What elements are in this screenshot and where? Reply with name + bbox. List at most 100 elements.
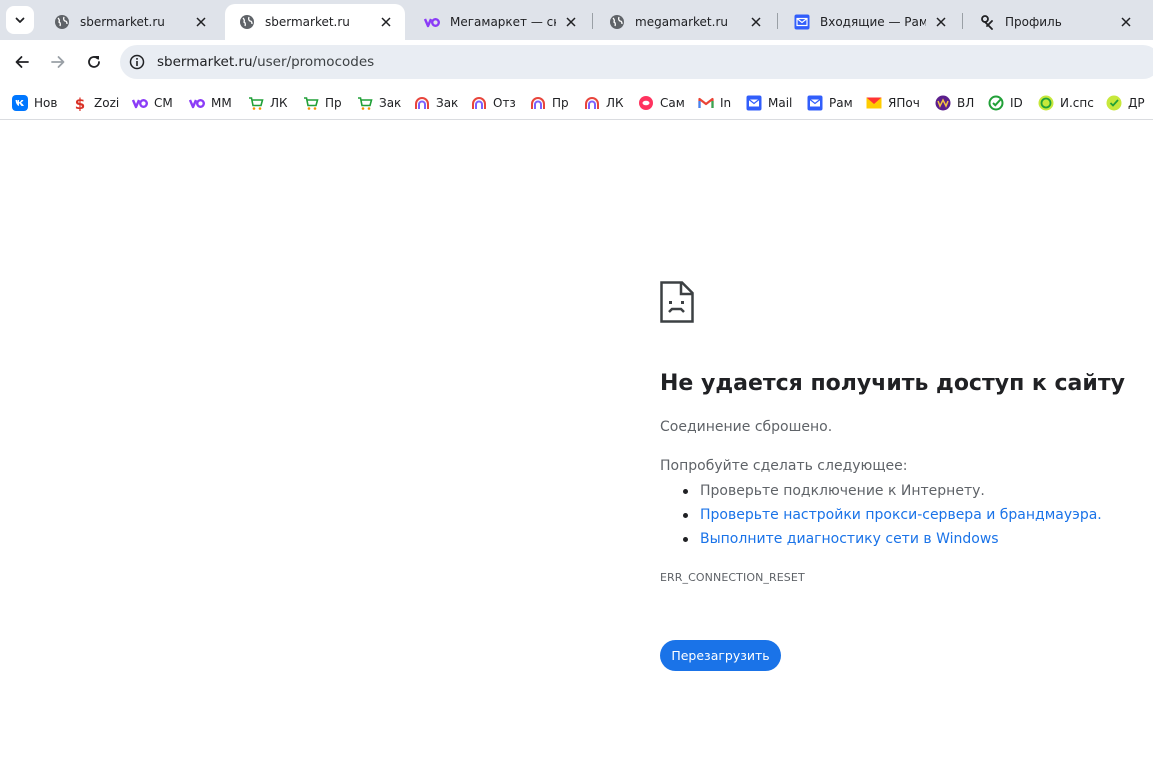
- back-button[interactable]: [8, 48, 36, 76]
- bookmark-pr-rainbow[interactable]: Пр: [530, 91, 569, 115]
- samokat-icon: [638, 95, 654, 111]
- tab-separator: [592, 13, 593, 29]
- bookmark-zak-rainbow[interactable]: Зак: [414, 91, 458, 115]
- site-info-icon[interactable]: [120, 45, 154, 79]
- url-path: /user/promocodes: [252, 54, 375, 70]
- bookmark-rambler[interactable]: Рам: [807, 91, 853, 115]
- rainbow-icon: [414, 95, 430, 111]
- close-icon[interactable]: [562, 13, 580, 31]
- bookmark-samokat[interactable]: Сам: [638, 91, 685, 115]
- bookmark-label: In: [720, 96, 732, 110]
- tab-label: sbermarket.ru: [265, 15, 350, 29]
- bookmark-label: Пр: [325, 96, 342, 110]
- url-host: sbermarket.ru: [157, 54, 253, 70]
- bookmark-mm[interactable]: ММ: [189, 91, 232, 115]
- tab-sbermarket-active[interactable]: sbermarket.ru: [225, 4, 405, 40]
- bookmark-otz-rainbow[interactable]: Отз: [471, 91, 516, 115]
- close-icon[interactable]: [377, 13, 395, 31]
- reload-button[interactable]: [80, 48, 108, 76]
- forward-button[interactable]: [44, 48, 72, 76]
- bookmark-label: Зак: [379, 96, 402, 110]
- sad-document-icon: [660, 281, 694, 323]
- tab-label: megamarket.ru: [635, 15, 728, 29]
- close-icon[interactable]: [1117, 13, 1135, 31]
- bookmarks-bar: Нов $ Zozi СМ ММ ЛК Пр Зак Зак Отз Пр ЛК: [0, 86, 1153, 120]
- bookmark-gmail[interactable]: In: [698, 91, 731, 115]
- bookmark-zak-cart[interactable]: Зак: [357, 91, 401, 115]
- reload-icon: [88, 56, 100, 68]
- bookmark-label: Пр: [552, 96, 569, 110]
- bookmark-label: ЯПоч: [888, 96, 920, 110]
- error-subtitle: Соединение сброшено.: [660, 419, 833, 435]
- bookmark-label: ДР: [1128, 96, 1145, 110]
- rambler-mail-icon: [794, 14, 810, 30]
- tab-label: sbermarket.ru: [80, 15, 165, 29]
- suggestion-network-diagnostics-link[interactable]: Выполните диагностику сети в Windows: [683, 529, 1102, 553]
- bookmark-label: ЛК: [606, 96, 624, 110]
- bookmark-label: Нов: [34, 96, 58, 110]
- cart-icon: [357, 95, 373, 111]
- gmail-icon: [698, 95, 714, 111]
- profile-icon: [979, 14, 995, 30]
- bookmark-label: ID: [1010, 96, 1023, 110]
- tab-megamarket-ru[interactable]: megamarket.ru: [595, 4, 775, 40]
- yandex-mail-icon: [866, 95, 882, 111]
- bookmark-mail[interactable]: Mail: [746, 91, 792, 115]
- bookmark-sber-spasibo[interactable]: И.спс: [1038, 91, 1094, 115]
- close-icon[interactable]: [192, 13, 210, 31]
- suggestion-check-proxy-link[interactable]: Проверьте настройки прокси-сервера и бра…: [683, 505, 1102, 529]
- tab-rambler-inbox[interactable]: Входящие — Рамбле: [780, 4, 960, 40]
- bookmark-lk-rainbow[interactable]: ЛК: [584, 91, 624, 115]
- reload-page-button[interactable]: Перезагрузить: [660, 640, 781, 671]
- close-icon[interactable]: [747, 13, 765, 31]
- close-icon[interactable]: [932, 13, 950, 31]
- bookmark-label: Зак: [436, 96, 459, 110]
- bookmark-yandex-mail[interactable]: ЯПоч: [866, 91, 920, 115]
- chevron-down-icon: [15, 17, 25, 23]
- megamarket-icon: [189, 95, 205, 111]
- bookmark-vk[interactable]: Нов: [12, 91, 57, 115]
- url-text[interactable]: sbermarket.ru/user/promocodes: [157, 54, 374, 70]
- bookmark-lk-cart[interactable]: ЛК: [248, 91, 288, 115]
- bookmark-zozi[interactable]: $ Zozi: [72, 91, 119, 115]
- bookmark-pr-cart[interactable]: Пр: [303, 91, 342, 115]
- suggestion-check-connection: Проверьте подключение к Интернету.: [683, 481, 1102, 505]
- rainbow-icon: [584, 95, 600, 111]
- svg-text:$: $: [75, 95, 85, 111]
- tab-sbermarket-1[interactable]: sbermarket.ru: [40, 4, 220, 40]
- bookmark-vl[interactable]: ВЛ: [935, 91, 974, 115]
- bookmark-label: Сам: [660, 96, 685, 110]
- bookmark-label: И.спс: [1060, 96, 1094, 110]
- error-page: Не удается получить доступ к сайту Соеди…: [0, 121, 1153, 773]
- address-bar[interactable]: sbermarket.ru/user/promocodes: [120, 45, 1153, 79]
- sber-icon: [988, 95, 1004, 111]
- sber-icon: [1106, 95, 1122, 111]
- bookmark-label: СМ: [154, 96, 173, 110]
- tab-separator: [777, 13, 778, 29]
- cart-icon: [248, 95, 264, 111]
- error-code: ERR_CONNECTION_RESET: [660, 571, 805, 584]
- bookmark-label: ЛК: [270, 96, 288, 110]
- bookmark-label: Отз: [493, 96, 516, 110]
- bookmark-sber-dr[interactable]: ДР: [1106, 91, 1145, 115]
- rainbow-icon: [530, 95, 546, 111]
- bookmark-label: Mail: [768, 96, 793, 110]
- bookmark-sber-id[interactable]: ID: [988, 91, 1023, 115]
- tab-search-button[interactable]: [6, 6, 34, 34]
- error-suggestions-heading: Попробуйте сделать следующее:: [660, 458, 908, 474]
- bookmark-sm[interactable]: СМ: [132, 91, 173, 115]
- mail-icon: [746, 95, 762, 111]
- megamarket-icon: [424, 14, 440, 30]
- tab-separator: [962, 13, 963, 29]
- toolbar: sbermarket.ru/user/promocodes: [0, 40, 1153, 86]
- tab-profile[interactable]: Профиль: [965, 4, 1145, 40]
- vl-icon: [935, 95, 951, 111]
- tab-strip: sbermarket.ru sbermarket.ru Мегамаркет —…: [0, 0, 1153, 40]
- bookmark-label: ВЛ: [957, 96, 975, 110]
- tab-label: Профиль: [1005, 15, 1062, 29]
- cart-icon: [303, 95, 319, 111]
- dollar-icon: $: [72, 95, 88, 111]
- tab-megamarket[interactable]: Мегамаркет — скидк: [410, 4, 590, 40]
- rainbow-icon: [471, 95, 487, 111]
- globe-icon: [54, 14, 70, 30]
